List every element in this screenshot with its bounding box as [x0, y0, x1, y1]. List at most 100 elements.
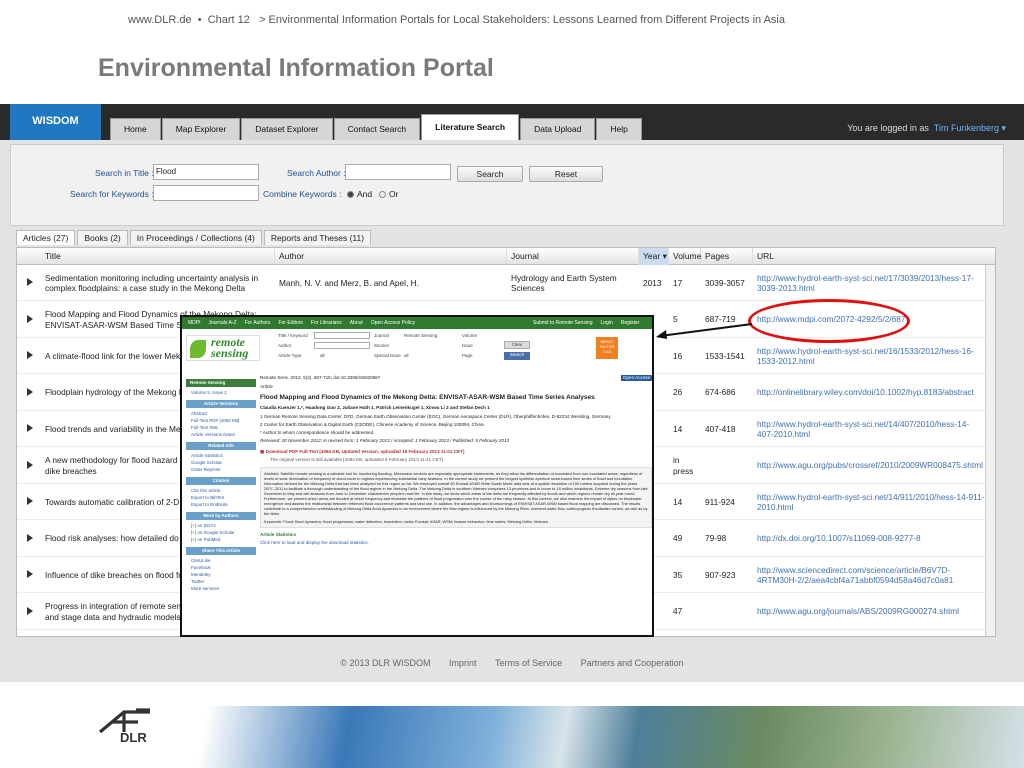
sidebar-link[interactable]: [+] on DOAJ	[186, 522, 256, 529]
mdpi-nav-item[interactable]: Login	[601, 320, 613, 326]
radio-or[interactable]: Or	[375, 189, 398, 199]
expand-arrow-icon[interactable]	[27, 314, 33, 323]
mdpi-nav-item[interactable]: Journals A-Z	[209, 320, 237, 326]
sidebar-link[interactable]: [+] on Google Scholar	[186, 529, 256, 536]
sidebar-link[interactable]: CiteULike	[186, 557, 256, 564]
tab-articles[interactable]: Articles (27)	[16, 230, 76, 245]
sidebar-link[interactable]: Abstract	[186, 410, 256, 417]
cell-url[interactable]: http://www.sciencedirect.com/science/art…	[753, 557, 985, 593]
mdpi-nav-item[interactable]: Submit to Remote Sensing	[533, 320, 592, 326]
radio-and-dot[interactable]	[347, 191, 354, 198]
footer-imprint[interactable]: Imprint	[449, 658, 477, 668]
tab-contact-search[interactable]: Contact Search	[333, 118, 421, 140]
article-authors: Claudia Kuenzer 1,*, Huadong Guo 2, Juli…	[260, 405, 490, 410]
sidebar-link[interactable]: Volume 5, Issue 2	[186, 389, 256, 396]
table-scrollbar[interactable]	[985, 265, 995, 636]
field-special-select[interactable]: all	[404, 353, 409, 358]
expand-arrow-icon[interactable]	[27, 570, 33, 578]
radio-and[interactable]: And	[343, 189, 372, 199]
expand-arrow-icon[interactable]	[27, 533, 33, 542]
sidebar-link[interactable]: [+] on PubMed	[186, 536, 256, 543]
sidebar-link[interactable]: Mendeley	[186, 571, 256, 578]
journal-search-button[interactable]: Search	[504, 352, 530, 360]
sidebar-link[interactable]: Full-Text PDF [4084 KB]	[186, 417, 256, 424]
original-version-link[interactable]: The original version is still available …	[260, 457, 652, 463]
cell-url[interactable]: http://www.hydrol-earth-syst-sci.net/14/…	[753, 484, 985, 520]
wisdom-logo[interactable]: WISDOM	[10, 104, 101, 140]
cell-url[interactable]: http://onlinelibrary.wiley.com/doi/10.10…	[753, 375, 985, 411]
sidebar-link[interactable]: Facebook	[186, 564, 256, 571]
col-volume[interactable]: Volume	[669, 248, 701, 265]
article-stats-link[interactable]: Click here to load and display the downl…	[260, 540, 652, 546]
field-type-select[interactable]: all	[320, 353, 325, 358]
mdpi-nav-item[interactable]: For Librarians	[311, 320, 342, 326]
tab-literature-search[interactable]: Literature Search	[421, 114, 520, 140]
mdpi-nav-item[interactable]: For Authors	[245, 320, 271, 326]
sidebar-link[interactable]: Article Versions Notes	[186, 431, 256, 438]
tab-books[interactable]: Books (2)	[77, 230, 128, 245]
user-menu[interactable]: Tim Funkenberg ▾	[934, 123, 1006, 133]
expand-arrow-icon[interactable]	[27, 497, 33, 505]
field-journal-select[interactable]: Remote Sensing	[404, 333, 437, 338]
sidebar-link[interactable]: More services	[186, 585, 256, 592]
search-button[interactable]: Search	[457, 166, 523, 182]
sidebar-link[interactable]: Export to BibTeX	[186, 494, 256, 501]
expand-arrow-icon[interactable]	[27, 460, 33, 469]
sidebar-link[interactable]: Order Reprints	[186, 466, 256, 473]
col-author[interactable]: Author	[275, 248, 507, 265]
cell-volume: 17	[673, 277, 683, 288]
keywords-input[interactable]	[153, 185, 259, 201]
reset-button[interactable]: Reset	[529, 166, 603, 182]
tab-reports[interactable]: Reports and Theses (11)	[263, 230, 372, 245]
mdpi-nav-item[interactable]: About	[350, 320, 363, 326]
mdpi-nav-item[interactable]: MDPI	[188, 320, 201, 326]
title-search-input[interactable]: Flood	[153, 164, 259, 180]
expand-arrow-icon[interactable]	[27, 387, 33, 396]
sidebar-link[interactable]: Twitter	[186, 578, 256, 585]
field-title-input[interactable]	[314, 332, 370, 339]
mdpi-nav-item[interactable]: Open Access Policy	[371, 320, 415, 326]
cell-url[interactable]: http://dx.doi.org/10.1007/s11069-008-927…	[753, 521, 985, 557]
affiliation-2: 2 Center for Earth Observation & Digital…	[260, 422, 484, 427]
mdpi-nav-item[interactable]: Register	[621, 320, 640, 326]
col-url[interactable]: URL	[753, 248, 995, 265]
cell-pages: 407-418	[705, 423, 736, 434]
impact-factor-badge: IMPACT FACTOR 2.101	[596, 337, 618, 359]
sidebar-link[interactable]: Google Scholar	[186, 459, 256, 466]
cell-url[interactable]: http://www.hydrol-earth-syst-sci.net/17/…	[753, 265, 985, 301]
expand-arrow-icon[interactable]	[27, 606, 33, 615]
tab-help[interactable]: Help	[596, 118, 642, 140]
sidebar-link[interactable]: Full-Text XML	[186, 424, 256, 431]
radio-or-dot[interactable]	[379, 191, 386, 198]
cell-url[interactable]: http://www.agu.org/journals/ABS/2009RG00…	[753, 594, 985, 630]
cell-url[interactable]: http://www.hydrol-earth-syst-sci.net/16/…	[753, 338, 985, 374]
cell-url[interactable]: http://www.agu.org/pubs/crossref/2010/20…	[753, 448, 985, 484]
cell-pages: 3039-3057	[705, 277, 745, 288]
tab-proceedings[interactable]: In Proceedings / Collections (4)	[129, 230, 262, 245]
sidebar-link[interactable]: Export to EndNote	[186, 501, 256, 508]
clear-button[interactable]: Clear	[504, 341, 530, 349]
tab-map-explorer[interactable]: Map Explorer	[161, 118, 241, 140]
col-title[interactable]: Title	[41, 248, 275, 265]
col-pages[interactable]: Pages	[701, 248, 753, 265]
expand-arrow-icon[interactable]	[27, 424, 33, 432]
col-journal[interactable]: Journal	[507, 248, 639, 265]
col-year[interactable]: Year ▾	[639, 248, 669, 265]
author-search-input[interactable]	[345, 164, 451, 180]
mdpi-nav-item[interactable]: For Editors	[278, 320, 302, 326]
tab-home[interactable]: Home	[110, 118, 161, 140]
title-label: Search in Title :	[95, 168, 154, 178]
tab-dataset-explorer[interactable]: Dataset Explorer	[241, 118, 333, 140]
table-row[interactable]: Sedimentation monitoring including uncer…	[17, 265, 985, 301]
cell-url[interactable]: http://www.hydrol-earth-syst-sci.net/14/…	[753, 411, 985, 447]
footer-partners[interactable]: Partners and Cooperation	[581, 658, 684, 668]
field-author-input[interactable]	[314, 342, 370, 349]
expand-arrow-icon[interactable]	[27, 351, 33, 359]
pdf-download-link[interactable]: ▣ Download PDF Full-Text [4084 KB, Updat…	[260, 449, 652, 455]
footer-terms[interactable]: Terms of Service	[495, 658, 562, 668]
sidebar-link[interactable]: Article Statistics	[186, 452, 256, 459]
tab-data-upload[interactable]: Data Upload	[520, 118, 596, 140]
expand-arrow-icon[interactable]	[27, 278, 33, 286]
sidebar-link[interactable]: Cite this article	[186, 487, 256, 494]
field-special-label: Special Issue	[374, 353, 401, 358]
